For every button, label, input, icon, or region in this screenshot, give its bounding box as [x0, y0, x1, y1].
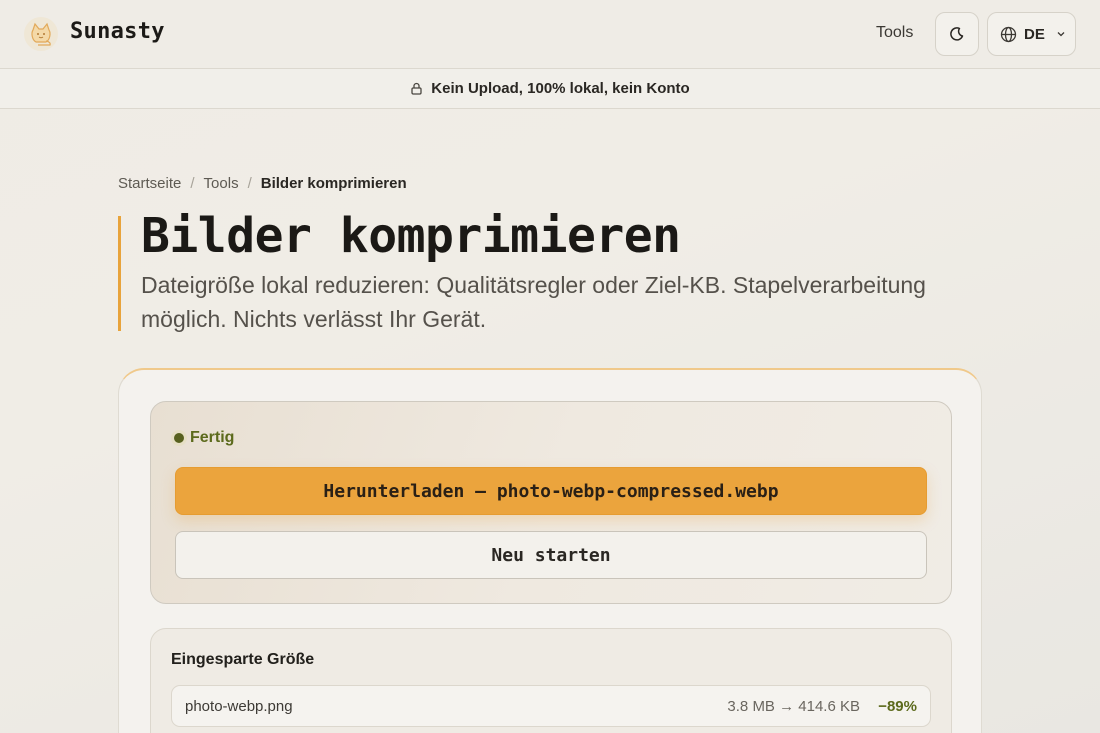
- lock-icon: [411, 82, 422, 95]
- restart-button[interactable]: Neu starten: [175, 531, 927, 579]
- breadcrumb-separator: /: [190, 175, 195, 192]
- cat-logo-icon[interactable]: [24, 17, 58, 51]
- page-header: Bilder komprimieren Dateigröße lokal red…: [118, 208, 958, 332]
- file-row: photo-webp.png 3.8 MB → 414.6 KB −89%: [171, 685, 931, 727]
- result-panel: Fertig Herunterladen — photo-webp-compre…: [150, 401, 952, 604]
- savings-title: Eingesparte Größe: [171, 651, 315, 668]
- privacy-banner-text: Kein Upload, 100% lokal, kein Konto: [431, 80, 690, 97]
- privacy-banner: Kein Upload, 100% lokal, kein Konto: [0, 69, 1100, 109]
- moon-icon: [950, 27, 964, 41]
- theme-toggle-button[interactable]: [935, 12, 979, 56]
- savings-panel: Eingesparte Größe photo-webp.png 3.8 MB …: [150, 628, 952, 733]
- status-dot-icon: [174, 433, 184, 443]
- file-size-change: 3.8 MB → 414.6 KB: [727, 698, 860, 715]
- download-button[interactable]: Herunterladen — photo-webp-compressed.we…: [175, 467, 927, 515]
- breadcrumb-home[interactable]: Startseite: [118, 175, 181, 192]
- language-label: DE: [1024, 25, 1045, 43]
- page-subtitle: Dateigröße lokal reduzieren: Qualitätsre…: [141, 272, 926, 332]
- breadcrumb-tools[interactable]: Tools: [204, 175, 239, 192]
- tool-card: Fertig Herunterladen — photo-webp-compre…: [118, 368, 982, 733]
- chevron-down-icon: [1057, 32, 1065, 37]
- status-label: Fertig: [190, 429, 235, 446]
- status-indicator: Fertig: [174, 429, 234, 447]
- file-name: photo-webp.png: [185, 698, 293, 715]
- breadcrumb: Startseite / Tools / Bilder komprimieren: [118, 175, 407, 192]
- breadcrumb-current: Bilder komprimieren: [260, 175, 407, 192]
- top-header: Sunasty Tools DE: [0, 0, 1100, 69]
- page-title: Bilder komprimieren: [141, 208, 681, 264]
- breadcrumb-separator: /: [247, 175, 252, 192]
- nav-tools-link[interactable]: Tools: [876, 24, 913, 42]
- language-select[interactable]: DE: [987, 12, 1076, 56]
- file-savings-percent: −89%: [878, 698, 917, 715]
- globe-icon: [1000, 26, 1017, 42]
- brand-name[interactable]: Sunasty: [70, 19, 165, 44]
